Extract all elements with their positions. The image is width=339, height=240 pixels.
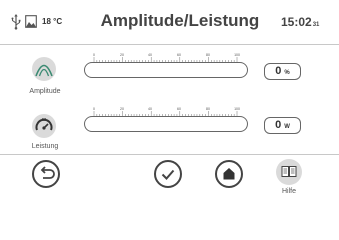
temperature-icon [25, 15, 37, 28]
temperature-readout: 18 °C [42, 17, 63, 26]
amplitude-value: 0 [275, 65, 282, 77]
scale-label: 0 [93, 53, 95, 57]
page-title: Amplitude/Leistung [100, 11, 260, 30]
header-divider [0, 44, 339, 45]
scale-label: 80 [206, 107, 210, 111]
scale-label: 20 [120, 107, 124, 111]
amplitude-value-field[interactable]: 0% [264, 63, 301, 80]
scale-label: 40 [148, 107, 152, 111]
scale-label: 100 [234, 53, 240, 57]
power-slider[interactable] [84, 116, 248, 132]
amplitude-slider[interactable] [84, 62, 248, 78]
clock-seconds: 31 [312, 22, 320, 28]
amplitude-icon [32, 57, 56, 81]
scale-label: 40 [148, 53, 152, 57]
scale-label: 100 [234, 107, 240, 111]
power-gauge-icon: W [32, 114, 56, 138]
help-label: Hilfe [281, 188, 296, 195]
home-button[interactable] [215, 160, 243, 188]
scale-label: 20 [120, 53, 124, 57]
confirm-button[interactable] [154, 160, 182, 188]
header-bar: 18 °C Amplitude/Leistung 15:0231 [0, 0, 339, 44]
book-icon [281, 166, 297, 177]
power-value: 0 [275, 119, 282, 131]
amplitude-label: Amplitude [29, 88, 61, 95]
scale-label: 0 [93, 107, 95, 111]
help-button[interactable] [276, 159, 302, 185]
check-icon [161, 169, 175, 180]
footer-divider [0, 154, 339, 155]
scale-label: 80 [206, 53, 210, 57]
scale-label: 60 [177, 53, 181, 57]
power-label: Leistung [31, 143, 59, 150]
clock: 15:0231 [281, 15, 319, 32]
power-unit: W [284, 124, 290, 130]
home-icon [223, 168, 235, 180]
power-value-field[interactable]: 0W [264, 117, 301, 134]
amplitude-unit: % [284, 70, 290, 76]
usb-icon [11, 14, 21, 30]
clock-time: 15:02 [281, 15, 312, 29]
back-button[interactable] [32, 160, 60, 188]
back-icon [40, 166, 55, 179]
scale-label: 60 [177, 107, 181, 111]
